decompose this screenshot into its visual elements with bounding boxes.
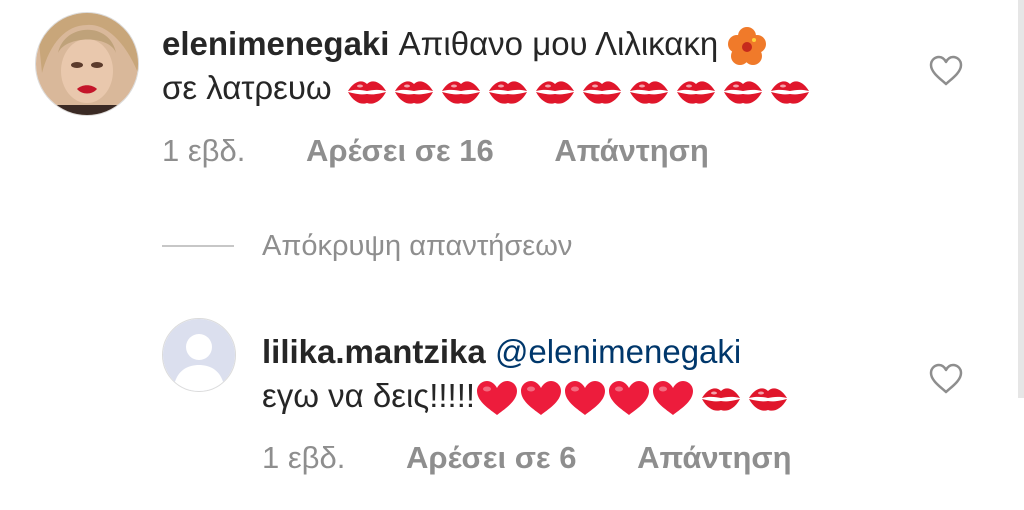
comment-2-username[interactable]: lilika.mantzika: [262, 333, 486, 370]
comment-2-text: εγω να δεις!!!!!: [262, 377, 476, 414]
comment-1-text-line2: σε λατρευω: [162, 69, 332, 107]
red-heart-icon: [565, 381, 606, 416]
hibiscus-icon: [728, 27, 767, 66]
comment-2-likes[interactable]: Αρέσει σε 6: [406, 440, 576, 475]
comment-1-time: 1 εβδ.: [162, 133, 246, 168]
kiss-mark-icon: [629, 80, 668, 104]
comment-2-time: 1 εβδ.: [262, 440, 346, 475]
kiss-mark-icon: [702, 388, 741, 411]
comment-1-text: Απιθανο μου Λιλικακη: [398, 25, 719, 62]
comment-2-mention[interactable]: @elenimenegaki: [495, 333, 741, 370]
comment-1-likes[interactable]: Αρέσει σε 16: [306, 133, 494, 168]
kiss-mark-icon: [394, 80, 433, 104]
comment-2-meta: 1 εβδ. Αρέσει σε 6 Απάντηση: [262, 440, 792, 476]
red-heart-icon: [477, 381, 518, 416]
like-heart-icon-comment-2[interactable]: [928, 362, 964, 394]
heart-emoji-row: [475, 377, 695, 416]
kiss-mark-icon: [488, 80, 527, 104]
hide-replies-button[interactable]: Απόκρυψη απαντήσεων: [262, 230, 572, 263]
kiss-emoji-row: [695, 377, 789, 414]
kiss-mark-icon: [770, 80, 809, 104]
replies-divider: [162, 245, 234, 247]
avatar-elenimenegaki[interactable]: [35, 12, 139, 116]
red-heart-icon: [653, 381, 694, 416]
profile-photo-icon: [36, 13, 138, 115]
red-heart-icon: [521, 381, 562, 416]
comment-1-reply-button[interactable]: Απάντηση: [554, 133, 708, 168]
kiss-mark-icon: [441, 80, 480, 104]
default-avatar-icon: [163, 319, 235, 391]
kiss-mark-icon: [749, 388, 788, 411]
red-heart-icon: [609, 381, 650, 416]
kiss-mark-icon: [676, 80, 715, 104]
comment-1-username[interactable]: elenimenegaki: [162, 25, 389, 62]
scrollbar[interactable]: [1018, 0, 1024, 398]
like-heart-icon-comment-1[interactable]: [928, 54, 964, 86]
kiss-emoji-row: [341, 69, 811, 106]
kiss-mark-icon: [347, 80, 386, 104]
kiss-mark-icon: [582, 80, 621, 104]
kiss-mark-icon: [723, 80, 762, 104]
comment-2-reply-button[interactable]: Απάντηση: [637, 440, 791, 475]
comment-2-body: lilika.mantzika @elenimenegaki εγω να δε…: [262, 330, 902, 418]
comment-1-meta: 1 εβδ. Αρέσει σε 16 Απάντηση: [162, 133, 709, 169]
kiss-mark-icon: [535, 80, 574, 104]
comment-1-body: elenimenegaki Απιθανο μου Λιλικακη σε λα…: [162, 22, 892, 110]
avatar-lilika-mantzika[interactable]: [162, 318, 236, 392]
